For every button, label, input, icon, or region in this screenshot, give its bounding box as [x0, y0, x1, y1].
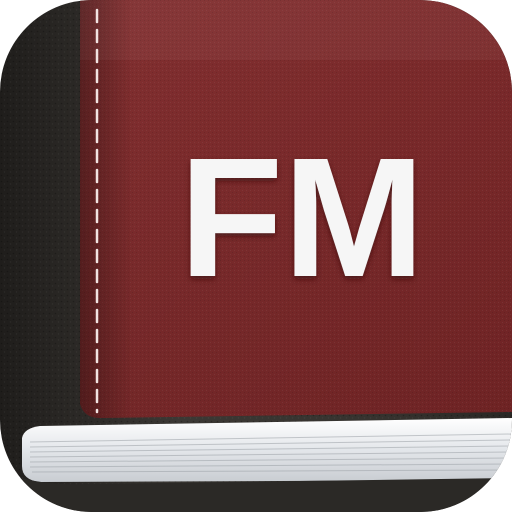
- app-icon[interactable]: FM: [0, 0, 512, 512]
- book-pages: [0, 418, 512, 512]
- cover-label: FM: [179, 123, 424, 313]
